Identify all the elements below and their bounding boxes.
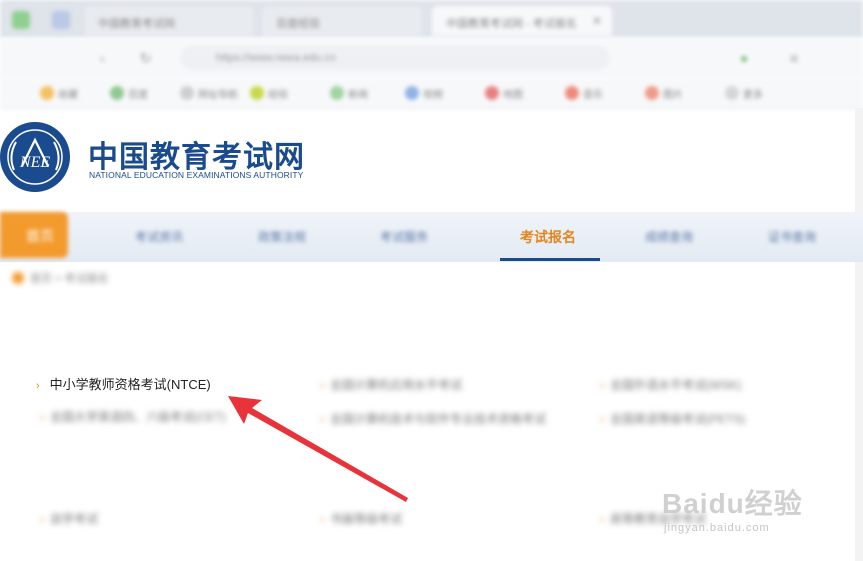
link-ntce[interactable]: › 中小学教师资格考试(NTCE)	[36, 374, 211, 393]
tab-label: 中国教育考试网 - 考试报名	[446, 18, 577, 30]
chevron-right-icon: ›	[600, 378, 604, 392]
refresh-icon[interactable]: ↻	[140, 50, 152, 67]
bookmark-item[interactable]: 音乐	[565, 85, 603, 101]
bookmark-item[interactable]: 百度	[110, 85, 148, 101]
browser-tab-1[interactable]: 中国教育考试网	[84, 6, 254, 36]
chevron-right-icon: ›	[40, 512, 44, 526]
browser-tab-bar: 中国教育考试网 百度经验 中国教育考试网 - 考试报名 ✕	[0, 0, 863, 38]
chevron-right-icon: ›	[40, 410, 44, 424]
browser-tab-3[interactable]: 中国教育考试网 - 考试报名 ✕	[432, 6, 612, 36]
browser-logo-icon	[12, 11, 30, 29]
bookmarks-bar: 收藏 百度 网址导航 经验 新闻 视频 地图 音乐 图片 更多	[0, 78, 863, 109]
url-text: https://www.neea.edu.cn	[216, 52, 336, 64]
site-logo[interactable]: NEE 中国教育考试网 NATIONAL EDUCATION EXAMINATI…	[0, 120, 304, 195]
bookmark-item[interactable]: 地图	[485, 85, 523, 101]
shield-icon[interactable]: ●	[740, 50, 748, 66]
chevron-right-icon: ›	[320, 412, 324, 426]
chevron-right-icon: ›	[600, 412, 604, 426]
close-tab-icon[interactable]: ✕	[592, 14, 602, 28]
address-bar-row: ‹ ↻ https://www.neea.edu.cn ● ≡	[0, 38, 863, 78]
bookmark-item[interactable]: 新闻	[330, 85, 368, 101]
link-col3-1[interactable]: › 全国外语水平考试(WSK)	[600, 376, 741, 393]
nav-item-policy[interactable]: 政策法规	[258, 228, 306, 245]
bookmark-item[interactable]: 视频	[405, 85, 443, 101]
home-icon	[12, 272, 24, 284]
link-cet[interactable]: › 全国大学英语四、六级考试(CET)	[40, 408, 226, 425]
breadcrumb-text: 首页 > 考试报名	[30, 273, 109, 285]
neea-emblem-icon: NEE	[0, 122, 70, 192]
chevron-right-icon: ›	[600, 512, 604, 526]
back-icon[interactable]: ‹	[100, 50, 105, 66]
svg-text:NEE: NEE	[19, 154, 50, 171]
site-subtitle: NATIONAL EDUCATION EXAMINATIONS AUTHORIT…	[89, 170, 304, 180]
nav-item-registration[interactable]: 考试报名	[520, 227, 576, 247]
bookmark-item[interactable]: 网址导航	[180, 85, 238, 101]
nav-item-scores[interactable]: 成绩查询	[645, 228, 693, 245]
link-exam-a[interactable]: › 自学考试	[40, 510, 98, 527]
page-scrollbar[interactable]	[855, 108, 863, 561]
tab-favicon-icon	[52, 11, 70, 29]
bookmark-item[interactable]: 经验	[250, 85, 288, 101]
watermark-sub: jingyan.baidu.com	[664, 522, 770, 534]
chevron-right-icon: ›	[36, 380, 40, 392]
bookmark-item[interactable]: 图片	[645, 85, 683, 101]
baidu-jingyan-watermark: Baidu经验 jingyan.baidu.com	[662, 470, 822, 545]
watermark-main: Baidu经验	[662, 488, 803, 519]
home-label: 首页	[26, 228, 54, 244]
active-nav-indicator	[500, 258, 600, 261]
link-col3-2[interactable]: › 全国英语等级考试(PETS)	[600, 410, 745, 427]
menu-icon[interactable]: ≡	[790, 50, 798, 66]
home-button[interactable]: 首页	[0, 212, 68, 258]
tab-label: 百度经验	[276, 18, 320, 30]
chevron-right-icon: ›	[320, 378, 324, 392]
chevron-right-icon: ›	[320, 512, 324, 526]
bookmark-item[interactable]: 更多	[725, 85, 763, 101]
bookmark-item[interactable]: 收藏	[40, 85, 78, 101]
link-col2-3[interactable]: › 书画等级考试	[320, 510, 402, 527]
tab-label: 中国教育考试网	[98, 18, 175, 30]
link-col2-2[interactable]: › 全国计算机技术与软件专业技术资格考试	[320, 410, 546, 427]
link-col2-1[interactable]: › 全国计算机应用水平考试	[320, 376, 462, 393]
main-nav	[0, 212, 863, 262]
breadcrumb: 首页 > 考试报名	[12, 270, 109, 286]
browser-tab-2[interactable]: 百度经验	[262, 6, 422, 36]
nav-item-news[interactable]: 考试资讯	[135, 228, 183, 245]
nav-item-service[interactable]: 考试服务	[380, 228, 428, 245]
nav-item-certificates[interactable]: 证书查询	[768, 228, 816, 245]
url-input[interactable]: https://www.neea.edu.cn	[180, 46, 610, 70]
